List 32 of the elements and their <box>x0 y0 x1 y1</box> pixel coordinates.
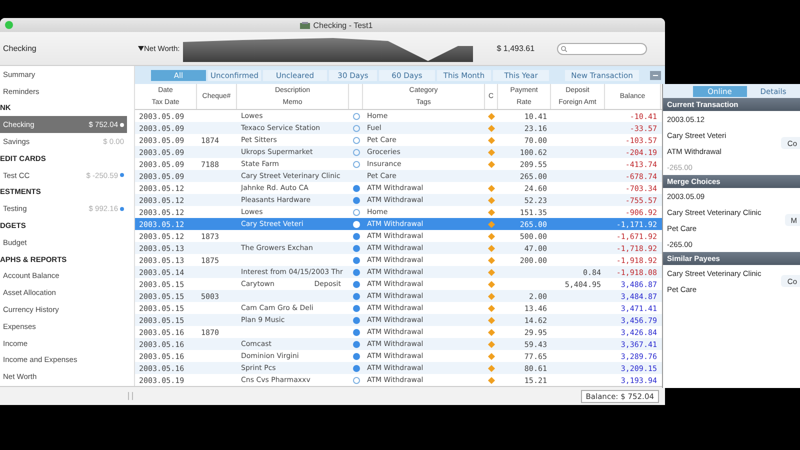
cleared-status-icon[interactable] <box>352 112 360 120</box>
cleared-status-icon[interactable] <box>352 160 360 168</box>
window-title: Checking - Test1 <box>313 20 373 30</box>
search-field[interactable] <box>556 42 647 54</box>
cleared-status-icon[interactable] <box>352 352 360 360</box>
cleared-status-icon[interactable] <box>352 184 360 192</box>
cleared-status-icon[interactable] <box>352 304 360 312</box>
search-icon <box>560 46 567 52</box>
cleared-status-icon[interactable] <box>352 268 360 276</box>
cleared-status-icon[interactable] <box>352 376 360 384</box>
cleared-status-icon[interactable] <box>352 196 360 204</box>
cleared-status-icon[interactable] <box>352 136 360 144</box>
cleared-status-icon[interactable] <box>352 328 360 336</box>
cleared-status-icon[interactable] <box>352 292 360 300</box>
disclosure-triangle-icon[interactable] <box>138 46 144 51</box>
cleared-status-icon[interactable] <box>352 232 360 240</box>
window-zoom-button[interactable] <box>5 21 13 29</box>
account-name: Checking <box>3 44 38 53</box>
cleared-status-icon[interactable] <box>352 280 360 288</box>
cleared-status-icon[interactable] <box>352 256 360 264</box>
checkbook-icon <box>300 22 310 28</box>
cleared-status-icon[interactable] <box>352 148 360 156</box>
resize-grip-icon[interactable] <box>128 392 133 400</box>
cleared-status-icon[interactable] <box>352 364 360 372</box>
net-worth-value: $ 1,493.61 <box>496 44 535 53</box>
cleared-status-icon[interactable] <box>352 208 360 216</box>
cleared-status-icon[interactable] <box>352 340 360 348</box>
cleared-status-icon[interactable] <box>352 244 360 252</box>
cleared-status-icon[interactable] <box>352 220 360 228</box>
cleared-status-icon[interactable] <box>352 316 360 324</box>
panel-toggle-icon[interactable] <box>650 70 661 80</box>
cleared-status-icon[interactable] <box>352 124 360 132</box>
